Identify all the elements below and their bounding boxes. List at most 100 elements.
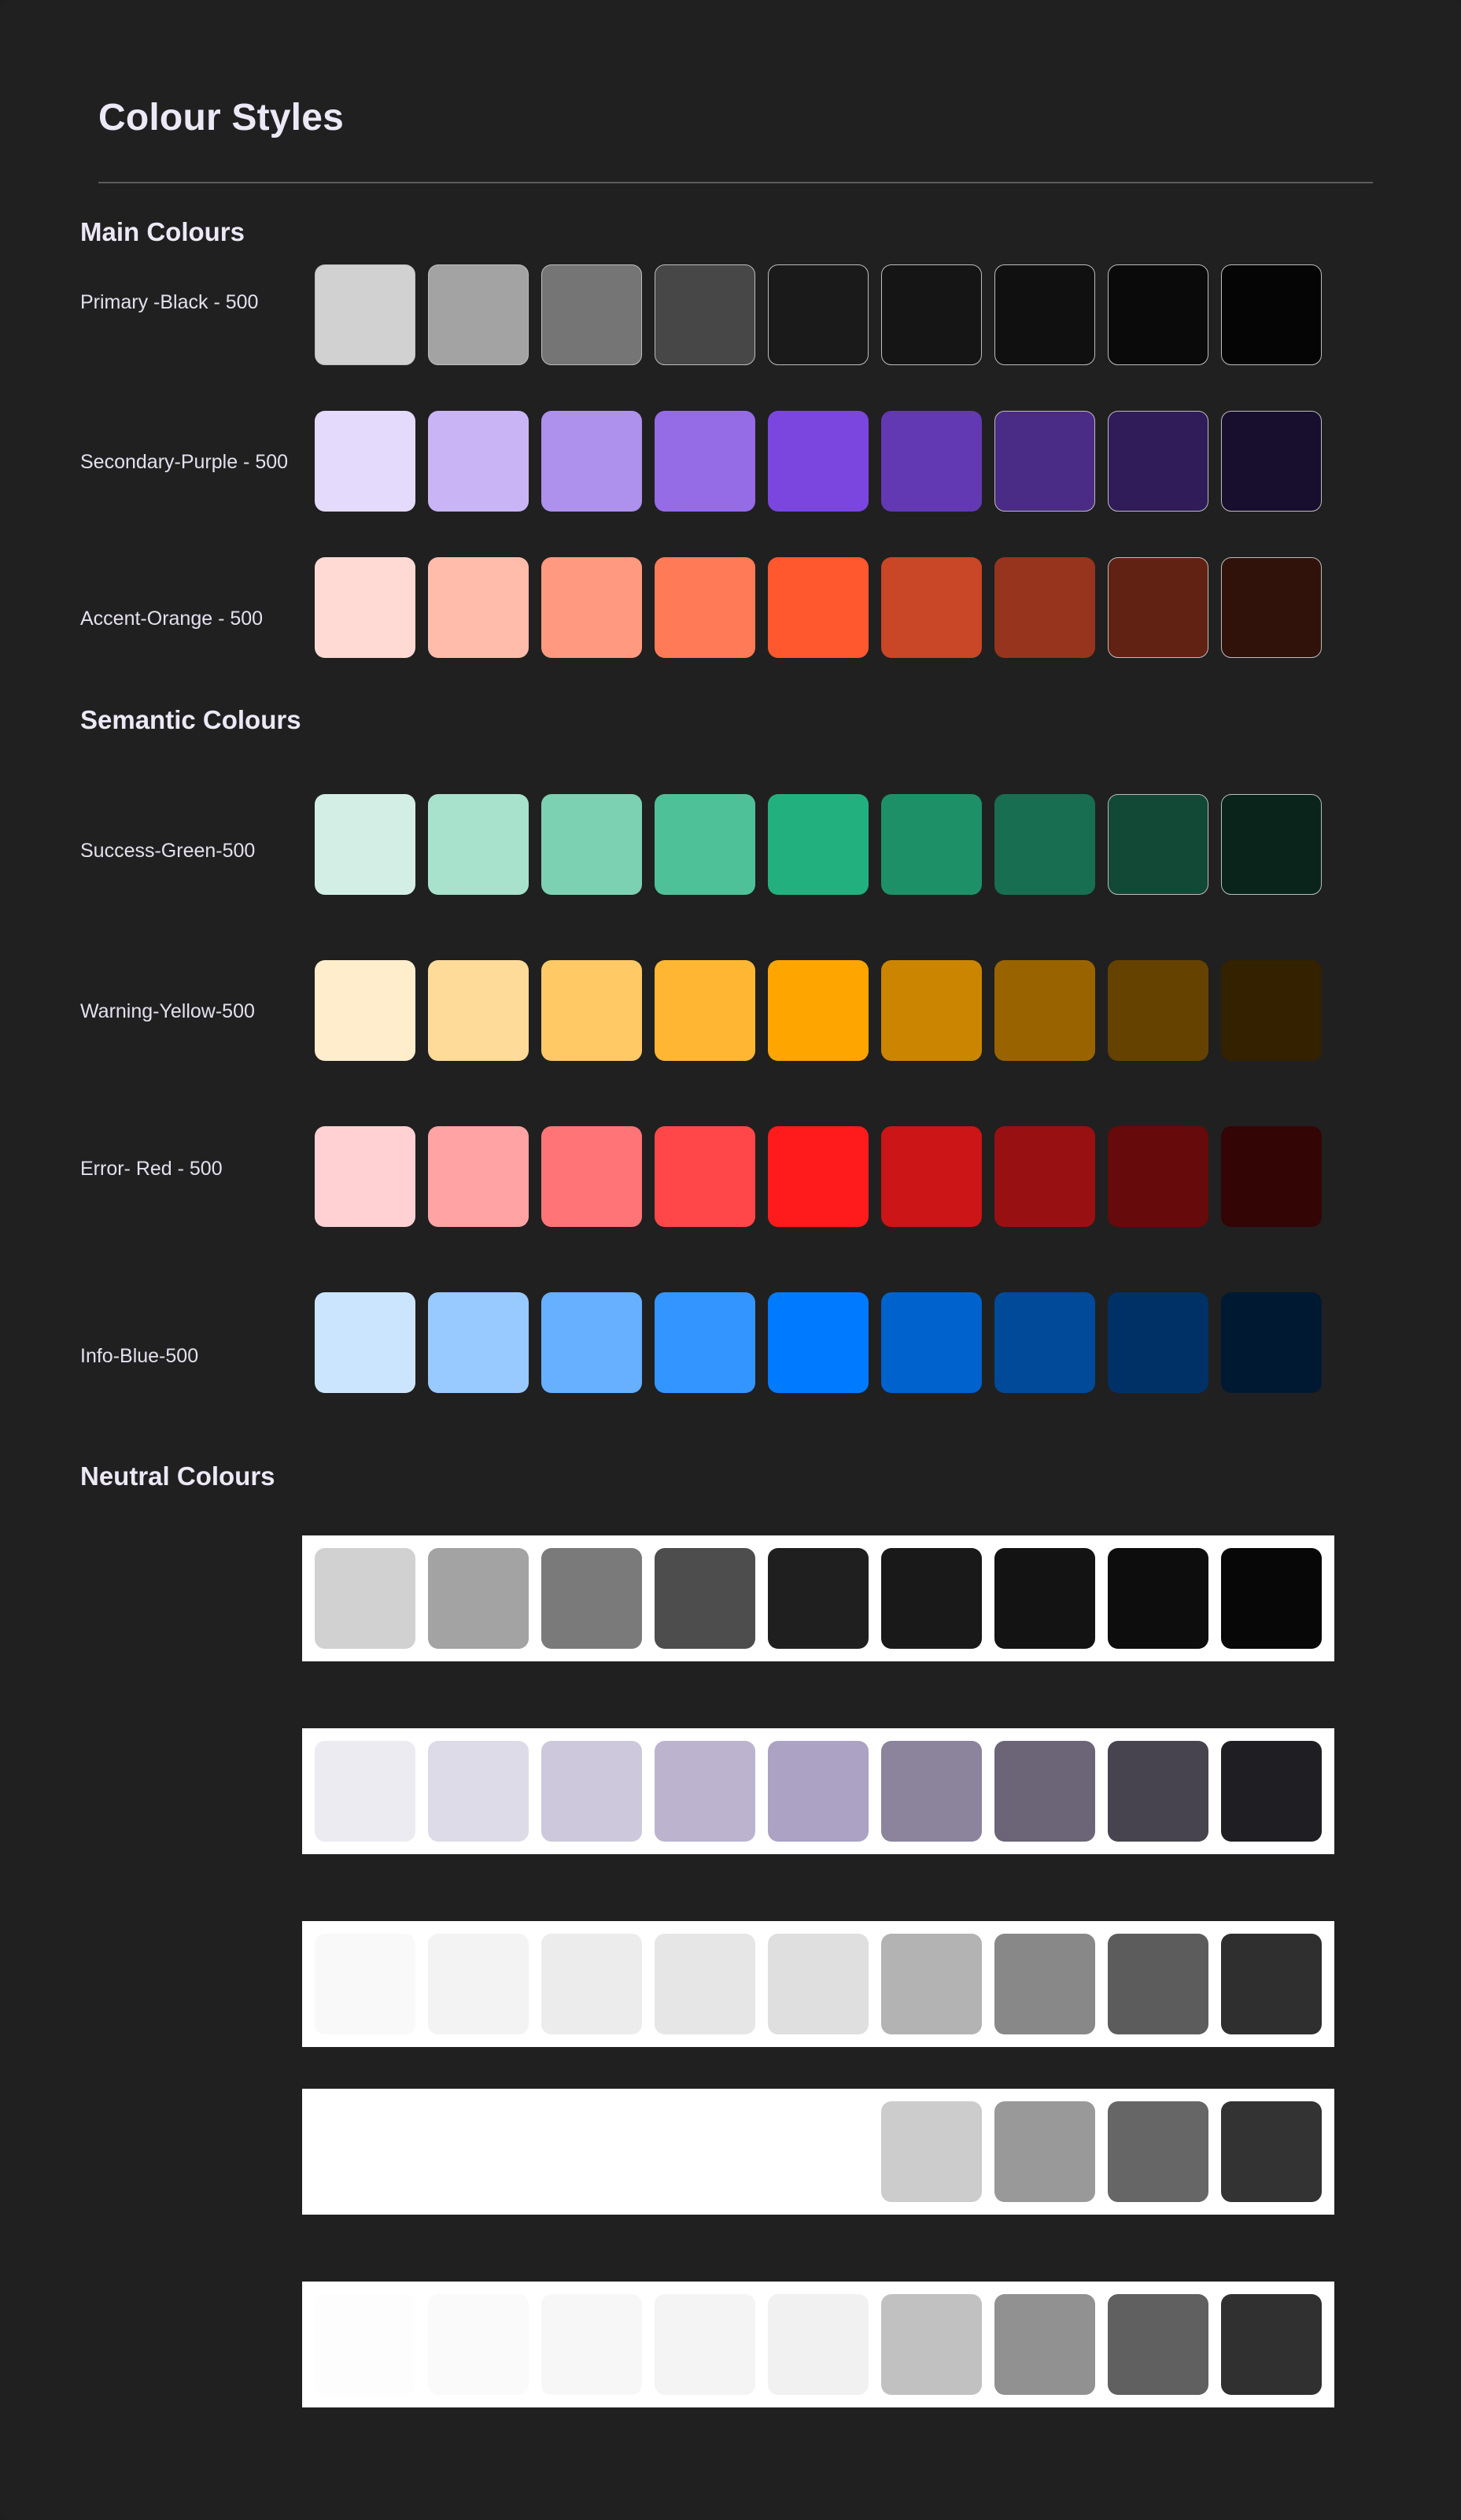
- colour-swatch: [768, 1934, 869, 2034]
- colour-swatch: [881, 794, 982, 895]
- page-title: Colour Styles: [98, 97, 344, 139]
- colour-swatch: [315, 960, 415, 1061]
- colour-swatch: [428, 1292, 529, 1393]
- colour-swatch: [655, 1741, 755, 1842]
- colour-swatch: [428, 1741, 529, 1842]
- colour-swatch: [541, 411, 642, 512]
- colour-swatch: [768, 1292, 869, 1393]
- colour-swatch: [768, 411, 869, 512]
- colour-swatch: [768, 1741, 869, 1842]
- colour-swatch: [994, 1548, 1095, 1649]
- colour-swatch: [655, 1548, 755, 1649]
- colour-swatch: [655, 557, 755, 658]
- section-title-neutral: Neutral Colours: [80, 1461, 275, 1491]
- colour-swatch: [541, 1292, 642, 1393]
- palette-primary: [315, 264, 1322, 365]
- colour-swatch: [768, 2101, 869, 2202]
- colour-swatch: [1221, 264, 1322, 365]
- neutral-palette-5: [315, 2294, 1322, 2395]
- colour-swatch: [1108, 960, 1208, 1061]
- colour-swatch: [994, 1292, 1095, 1393]
- colour-swatch: [1108, 2101, 1208, 2202]
- colour-swatch: [994, 264, 1095, 365]
- section-title-semantic: Semantic Colours: [80, 705, 301, 734]
- colour-swatch: [655, 1126, 755, 1227]
- neutral-panel-2: [302, 1728, 1334, 1854]
- colour-swatch: [315, 1548, 415, 1649]
- colour-swatch: [428, 557, 529, 658]
- colour-swatch: [881, 264, 982, 365]
- colour-swatch: [541, 794, 642, 895]
- colour-swatch: [1221, 1126, 1322, 1227]
- colour-swatch: [1221, 557, 1322, 658]
- section-title-main: Main Colours: [80, 217, 245, 246]
- colour-swatch: [994, 794, 1095, 895]
- colour-swatch: [881, 2294, 982, 2395]
- colour-swatch: [881, 557, 982, 658]
- colour-swatch: [1221, 960, 1322, 1061]
- colour-swatch: [428, 1548, 529, 1649]
- colour-swatch: [1221, 1548, 1322, 1649]
- colour-swatch: [315, 1126, 415, 1227]
- colour-swatch: [881, 1934, 982, 2034]
- colour-swatch: [428, 1126, 529, 1227]
- colour-styles-board: Colour Styles Main Colours Primary -Blac…: [0, 0, 1461, 2520]
- colour-swatch: [315, 794, 415, 895]
- palette-label-warning: Warning-Yellow-500: [80, 1000, 255, 1022]
- colour-swatch: [541, 1548, 642, 1649]
- colour-swatch: [541, 1934, 642, 2034]
- colour-swatch: [655, 2294, 755, 2395]
- colour-swatch: [655, 794, 755, 895]
- colour-swatch: [994, 2294, 1095, 2395]
- colour-swatch: [315, 1741, 415, 1842]
- colour-swatch: [428, 1934, 529, 2034]
- colour-swatch: [768, 557, 869, 658]
- palette-error: [315, 1126, 1322, 1227]
- colour-swatch: [315, 2294, 415, 2395]
- colour-swatch: [428, 794, 529, 895]
- neutral-panel-1: [302, 1535, 1334, 1661]
- colour-swatch: [881, 1292, 982, 1393]
- colour-swatch: [994, 1126, 1095, 1227]
- palette-accent: [315, 557, 1322, 658]
- colour-swatch: [1221, 1934, 1322, 2034]
- neutral-panel-5: [302, 2282, 1334, 2407]
- colour-swatch: [1108, 1292, 1208, 1393]
- colour-swatch: [881, 1126, 982, 1227]
- colour-swatch: [768, 264, 869, 365]
- colour-swatch: [768, 960, 869, 1061]
- colour-swatch: [315, 557, 415, 658]
- colour-swatch: [1221, 1741, 1322, 1842]
- colour-swatch: [541, 960, 642, 1061]
- colour-swatch: [541, 557, 642, 658]
- colour-swatch: [1108, 794, 1208, 895]
- colour-swatch: [1108, 264, 1208, 365]
- colour-swatch: [655, 2101, 755, 2202]
- colour-swatch: [315, 2101, 415, 2202]
- colour-swatch: [768, 794, 869, 895]
- neutral-panel-4: [302, 2089, 1334, 2215]
- palette-label-info: Info-Blue-500: [80, 1345, 199, 1367]
- colour-swatch: [881, 2101, 982, 2202]
- colour-swatch: [541, 2101, 642, 2202]
- colour-swatch: [315, 1934, 415, 2034]
- colour-swatch: [428, 411, 529, 512]
- neutral-panel-3: [302, 1921, 1334, 2047]
- palette-label-primary: Primary -Black - 500: [80, 291, 259, 313]
- colour-swatch: [541, 2294, 642, 2395]
- neutral-palette-1: [315, 1548, 1322, 1649]
- colour-swatch: [994, 1934, 1095, 2034]
- colour-swatch: [768, 1126, 869, 1227]
- colour-swatch: [315, 1292, 415, 1393]
- colour-swatch: [768, 2294, 869, 2395]
- colour-swatch: [315, 264, 415, 365]
- colour-swatch: [655, 264, 755, 365]
- palette-info: [315, 1292, 1322, 1393]
- colour-swatch: [994, 2101, 1095, 2202]
- palette-label-error: Error- Red - 500: [80, 1158, 223, 1180]
- colour-swatch: [655, 1934, 755, 2034]
- colour-swatch: [541, 1741, 642, 1842]
- colour-swatch: [1221, 1292, 1322, 1393]
- colour-swatch: [1108, 1741, 1208, 1842]
- title-divider: [98, 182, 1373, 183]
